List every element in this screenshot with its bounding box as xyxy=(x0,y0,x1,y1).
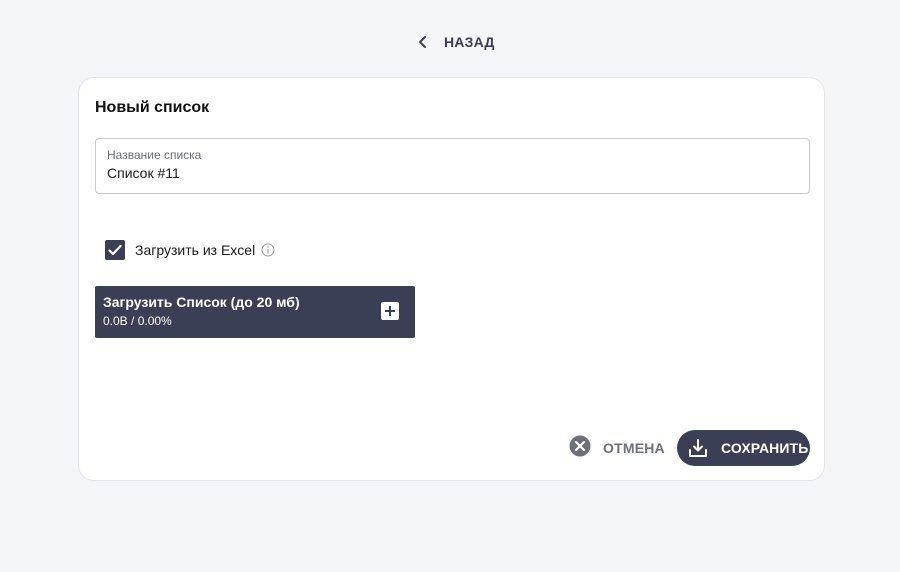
list-name-field[interactable]: Название списка Список #11 xyxy=(95,138,810,194)
new-list-card: Новый список Название списка Список #11 … xyxy=(78,77,825,481)
back-label: НАЗАД xyxy=(444,34,495,50)
excel-option-row: Загрузить из Excel xyxy=(105,239,275,261)
save-label: СОХРАНИТЬ xyxy=(721,440,809,456)
save-button[interactable]: СОХРАНИТЬ xyxy=(677,430,810,466)
upload-title: Загрузить Список (до 20 мб) xyxy=(103,294,300,310)
card-title: Новый список xyxy=(95,99,210,116)
plus-icon[interactable] xyxy=(381,302,399,320)
excel-option-label: Загрузить из Excel xyxy=(135,242,256,258)
cancel-button[interactable]: ОТМЕНА xyxy=(569,435,665,462)
list-name-input[interactable]: Список #11 xyxy=(107,165,180,181)
chevron-left-icon xyxy=(414,33,432,51)
upload-list-dropzone[interactable]: Загрузить Список (до 20 мб) 0.0B / 0.00% xyxy=(95,286,415,338)
cancel-label: ОТМЕНА xyxy=(603,440,665,456)
download-icon xyxy=(688,438,708,458)
excel-checkbox[interactable] xyxy=(105,240,125,260)
close-circle-icon xyxy=(569,435,591,462)
upload-progress-text: 0.0B / 0.00% xyxy=(103,314,172,328)
check-icon xyxy=(108,244,122,256)
back-button[interactable]: НАЗАД xyxy=(414,30,495,54)
info-icon[interactable] xyxy=(261,243,275,257)
list-name-label: Название списка xyxy=(107,148,202,162)
